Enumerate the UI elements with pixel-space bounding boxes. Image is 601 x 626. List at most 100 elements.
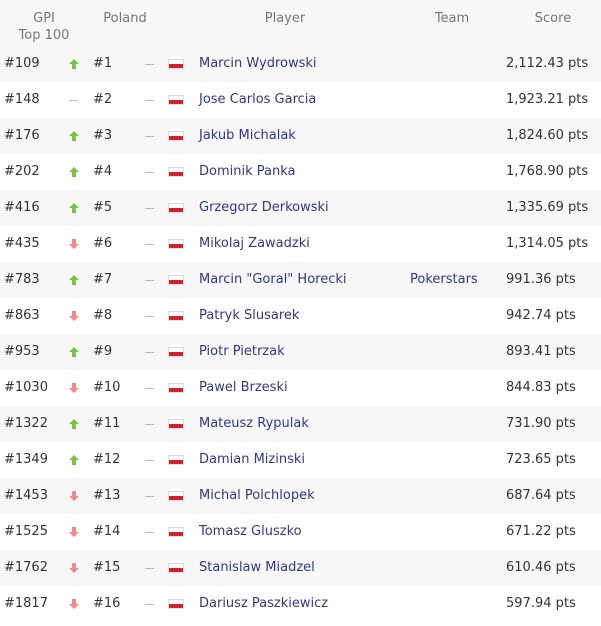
dash-shape [145,100,154,101]
player-link[interactable]: Jose Carlos Garcia [199,82,316,118]
arrow-up-shape [69,419,79,429]
flag-shape [168,491,184,501]
poland-flag-icon [168,347,184,357]
dash-shape [145,424,154,425]
table-row: #176 #3 Jakub Michalak 1,824.60 pts [0,118,601,154]
player-link[interactable]: Marcin "Goral" Horecki [199,262,347,298]
gpi-rank: #863 [4,308,40,323]
player-link[interactable]: Tomasz Gluszko [199,514,302,550]
player-link[interactable]: Dominik Panka [199,154,295,190]
player-link[interactable]: Pawel Brzeski [199,370,288,406]
gpi-trend-down-icon [69,491,79,501]
score-value: 1,923.21 pts [506,92,589,107]
poland-trend-unchanged-icon [145,419,155,429]
team-link[interactable]: Pokerstars [410,262,478,298]
dash-shape [145,496,154,497]
gpi-trend-up-icon [69,59,79,69]
header-poland[interactable]: Poland [90,10,160,27]
player-link[interactable]: Marcin Wydrowski [199,46,317,82]
poland-flag-icon [168,491,184,501]
flag-shape [168,455,184,465]
gpi-rank: #176 [4,128,40,143]
gpi-rank: #109 [4,56,40,71]
gpi-trend-up-icon [69,347,79,357]
flag-shape [168,347,184,357]
poland-trend-unchanged-icon [145,491,155,501]
player-link[interactable]: Michal Polchlopek [199,478,315,514]
poland-rank: #8 [93,308,113,323]
gpi-trend-down-icon [69,527,79,537]
poland-trend-unchanged-icon [145,167,155,177]
table-row: #953 #9 Piotr Pietrzak 893.41 pts [0,334,601,370]
table-row: #1762 #15 Stanislaw Miadzel 610.46 pts [0,550,601,586]
poland-flag-icon [168,131,184,141]
score-value: 597.94 pts [506,596,576,611]
poland-trend-unchanged-icon [145,239,155,249]
header-player[interactable]: Player [200,10,370,27]
table-row: #416 #5 Grzegorz Derkowski 1,335.69 pts [0,190,601,226]
gpi-rank: #416 [4,200,40,215]
score-value: 942.74 pts [506,308,576,323]
player-link[interactable]: Jakub Michalak [199,118,296,154]
poland-rank: #1 [93,56,113,71]
poland-flag-icon [168,419,184,429]
poland-trend-unchanged-icon [145,203,155,213]
player-link[interactable]: Dariusz Paszkiewicz [199,586,328,622]
gpi-trend-up-icon [69,167,79,177]
header-gpi-top-100[interactable]: GPI Top 100 [0,10,88,44]
dash-shape [145,460,154,461]
poland-flag-icon [168,239,184,249]
arrow-up-shape [69,347,79,357]
header-team[interactable]: Team [410,10,494,27]
poland-flag-icon [168,95,184,105]
flag-shape [168,239,184,249]
poland-flag-icon [168,275,184,285]
dash-shape [145,280,154,281]
player-link[interactable]: Mateusz Rypulak [199,406,309,442]
poland-trend-unchanged-icon [145,527,155,537]
dash-shape [145,244,154,245]
arrow-up-shape [69,131,79,141]
dash-shape [145,172,154,173]
table-row: #863 #8 Patryk Slusarek 942.74 pts [0,298,601,334]
poland-trend-unchanged-icon [145,455,155,465]
poland-rank: #2 [93,92,113,107]
poland-flag-icon [168,203,184,213]
table-row: #202 #4 Dominik Panka 1,768.90 pts [0,154,601,190]
flag-shape [168,383,184,393]
gpi-trend-down-icon [69,563,79,573]
player-link[interactable]: Grzegorz Derkowski [199,190,329,226]
poland-trend-unchanged-icon [145,347,155,357]
arrow-up-shape [69,275,79,285]
player-link[interactable]: Patryk Slusarek [199,298,299,334]
poland-trend-unchanged-icon [145,131,155,141]
arrow-down-shape [69,527,79,537]
table-row: #1525 #14 Tomasz Gluszko 671.22 pts [0,514,601,550]
score-value: 1,824.60 pts [506,128,589,143]
flag-shape [168,275,184,285]
arrow-down-shape [69,383,79,393]
header-score[interactable]: Score [505,10,601,27]
dash-shape [145,208,154,209]
arrow-down-shape [69,239,79,249]
arrow-up-shape [69,167,79,177]
poland-flag-icon [168,167,184,177]
player-link[interactable]: Damian Mizinski [199,442,305,478]
gpi-rank: #435 [4,236,40,251]
dash-shape [69,100,78,101]
table-body: #109 #1 Marcin Wydrowski 2,112.43 pts #148 #2… [0,46,601,622]
player-link[interactable]: Piotr Pietrzak [199,334,285,370]
player-link[interactable]: Stanislaw Miadzel [199,550,315,586]
gpi-rank: #148 [4,92,40,107]
table-header: GPI Top 100 Poland Player Team Score [0,0,601,46]
table-row: #1817 #16 Dariusz Paszkiewicz 597.94 pts [0,586,601,622]
poland-rank: #5 [93,200,113,215]
flag-shape [168,599,184,609]
gpi-trend-unchanged-icon [69,95,79,105]
poland-trend-unchanged-icon [145,311,155,321]
arrow-up-shape [69,455,79,465]
table-row: #1349 #12 Damian Mizinski 723.65 pts [0,442,601,478]
player-link[interactable]: Mikolaj Zawadzki [199,226,310,262]
poland-flag-icon [168,311,184,321]
gpi-trend-up-icon [69,203,79,213]
